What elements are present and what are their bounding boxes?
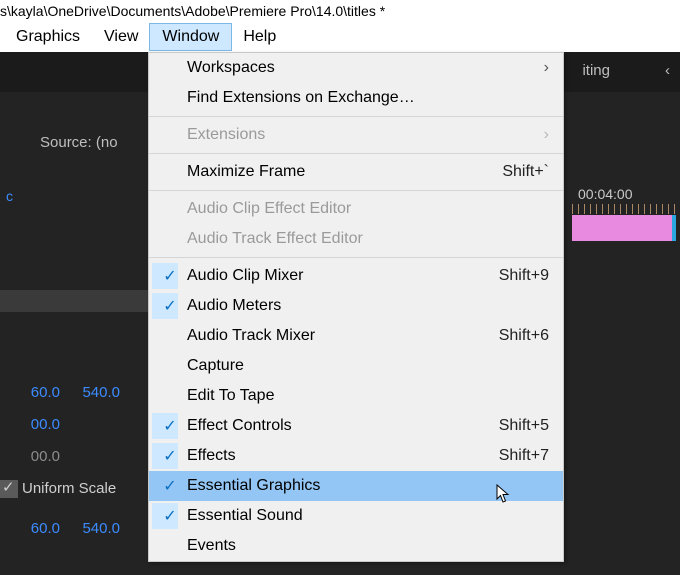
check-icon: ✓ bbox=[163, 268, 176, 285]
check-icon: ✓ bbox=[163, 298, 176, 315]
check-icon: ✓ bbox=[163, 508, 176, 525]
chevron-left-icon[interactable]: ‹ bbox=[665, 62, 670, 79]
menu-item-maximize-frame[interactable]: Maximize FrameShift+` bbox=[149, 157, 563, 187]
menu-item-events[interactable]: Events bbox=[149, 531, 563, 561]
menu-view[interactable]: View bbox=[92, 24, 150, 50]
menu-item-effect-controls[interactable]: ✓Effect ControlsShift+5 bbox=[149, 411, 563, 441]
menu-item-essential-graphics[interactable]: ✓Essential Graphics bbox=[149, 471, 563, 501]
value-row-4[interactable]: 60.0540.0 bbox=[0, 520, 120, 537]
panel-row-bg bbox=[0, 290, 160, 312]
menu-separator bbox=[149, 190, 563, 191]
check-icon: ✓ bbox=[163, 418, 176, 435]
title-bar: s\kayla\OneDrive\Documents\Adobe\Premier… bbox=[0, 0, 680, 22]
timeline-ruler[interactable] bbox=[572, 204, 680, 214]
source-panel-label: Source: (no bbox=[40, 134, 118, 151]
value-row-2[interactable]: 00.0 bbox=[0, 416, 60, 433]
check-icon: ✓ bbox=[163, 448, 176, 465]
menu-graphics[interactable]: Graphics bbox=[4, 24, 92, 50]
uniform-scale-checkbox[interactable]: Uniform Scale bbox=[0, 480, 116, 498]
timeline-clip[interactable] bbox=[572, 215, 676, 241]
chevron-right-icon: › bbox=[544, 126, 549, 144]
menu-item-audio-clip-effect-editor: Audio Clip Effect Editor bbox=[149, 194, 563, 224]
menu-item-audio-track-mixer[interactable]: Audio Track MixerShift+6 bbox=[149, 321, 563, 351]
window-menu-dropdown: Workspaces› Find Extensions on Exchange…… bbox=[148, 52, 564, 562]
menu-separator bbox=[149, 116, 563, 117]
menu-item-essential-sound[interactable]: ✓Essential Sound bbox=[149, 501, 563, 531]
blue-playhead-label: c bbox=[0, 188, 13, 204]
menu-window[interactable]: Window bbox=[150, 24, 231, 50]
chevron-right-icon: › bbox=[544, 59, 549, 77]
menu-item-effects[interactable]: ✓EffectsShift+7 bbox=[149, 441, 563, 471]
menu-help[interactable]: Help bbox=[231, 24, 288, 50]
check-icon[interactable] bbox=[0, 480, 18, 498]
value-row-1[interactable]: 60.0540.0 bbox=[0, 384, 120, 401]
check-icon: ✓ bbox=[163, 478, 176, 495]
menu-item-audio-track-effect-editor: Audio Track Effect Editor bbox=[149, 224, 563, 254]
menu-item-audio-clip-mixer[interactable]: ✓Audio Clip MixerShift+9 bbox=[149, 261, 563, 291]
menu-separator bbox=[149, 257, 563, 258]
menu-item-edit-to-tape[interactable]: Edit To Tape bbox=[149, 381, 563, 411]
menu-separator bbox=[149, 153, 563, 154]
menu-item-extensions: Extensions› bbox=[149, 120, 563, 150]
value-row-3: 00.0 bbox=[0, 448, 60, 465]
menu-bar: Graphics View Window Help bbox=[0, 22, 680, 52]
menu-item-workspaces[interactable]: Workspaces› bbox=[149, 53, 563, 83]
menu-item-audio-meters[interactable]: ✓Audio Meters bbox=[149, 291, 563, 321]
workspace-tab[interactable]: iting bbox=[582, 62, 610, 79]
timecode-label: 00:04:00 bbox=[578, 186, 633, 202]
menu-item-find-extensions[interactable]: Find Extensions on Exchange… bbox=[149, 83, 563, 113]
menu-item-capture[interactable]: Capture bbox=[149, 351, 563, 381]
